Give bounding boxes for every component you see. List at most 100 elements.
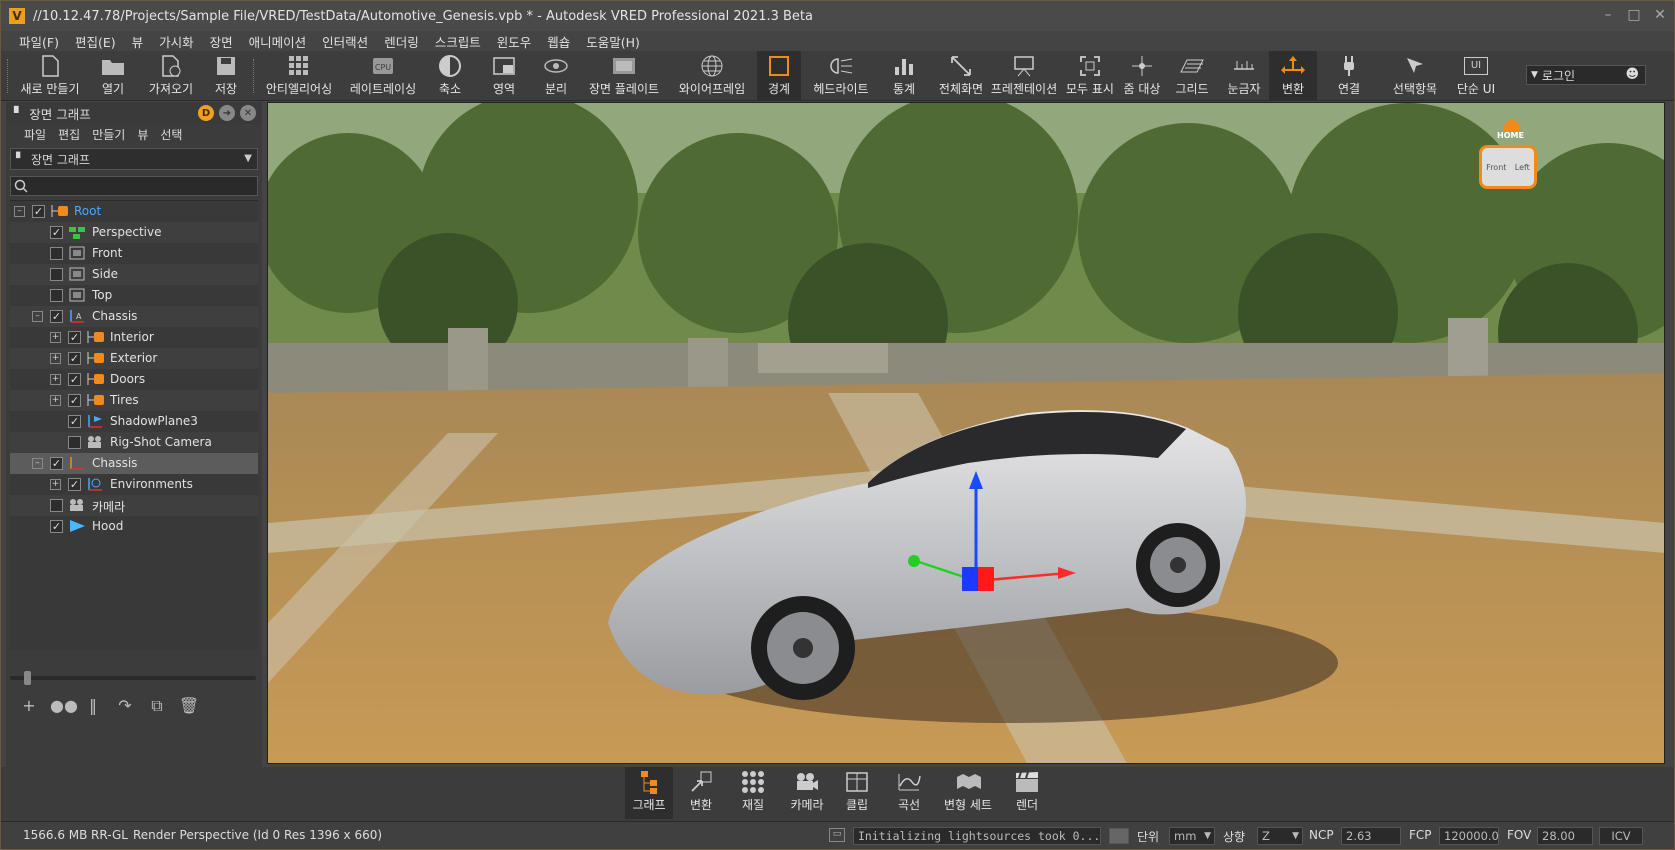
visibility-checkbox[interactable] (68, 436, 81, 449)
arrow-right-icon[interactable]: ➜ (219, 105, 235, 121)
expand-icon[interactable]: + (50, 479, 61, 490)
collapse-icon[interactable]: – (32, 311, 43, 322)
maximize-icon[interactable]: □ (1626, 7, 1642, 23)
menu-webshop[interactable]: 웹숍 (539, 32, 578, 51)
cube-front-face[interactable]: Front (1486, 163, 1506, 172)
fov-input[interactable]: 28.00 (1537, 827, 1593, 845)
panel-menu-create[interactable]: 만들기 (86, 126, 131, 143)
up-axis-select[interactable]: Z ▼ (1257, 827, 1303, 845)
navigation-cube[interactable]: HOME Front Left (1473, 117, 1543, 197)
transform-button[interactable]: 변환 (1269, 51, 1317, 101)
visibility-checkbox[interactable]: ✓ (50, 226, 63, 239)
fcp-input[interactable]: 120000.00 (1439, 827, 1499, 845)
cube-left-face[interactable]: Left (1515, 163, 1530, 172)
tree-row-front[interactable]: Front (10, 243, 258, 264)
visibility-checkbox[interactable] (50, 268, 63, 281)
tree-row-hood[interactable]: ✓ Hood (10, 516, 258, 537)
clip-module-button[interactable]: 클립 (839, 767, 875, 819)
presentation-button[interactable]: 프레젠테이션 (989, 51, 1059, 101)
slider-handle[interactable] (24, 671, 31, 685)
menu-animation[interactable]: 애니메이션 (241, 32, 315, 51)
connect-button[interactable]: 연결 (1331, 51, 1367, 101)
fullscreen-button[interactable]: 전체화면 (935, 51, 987, 101)
curve-module-button[interactable]: 곡선 (891, 767, 927, 819)
expand-icon[interactable]: + (50, 332, 61, 343)
menu-script[interactable]: 스크립트 (427, 32, 489, 51)
visibility-checkbox[interactable]: ✓ (68, 373, 81, 386)
visibility-checkbox[interactable]: ✓ (68, 394, 81, 407)
ruler-button[interactable]: 눈금자 (1223, 51, 1265, 101)
tree-row-side[interactable]: Side (10, 264, 258, 285)
ncp-input[interactable]: 2.63 (1341, 827, 1401, 845)
region-button[interactable]: 영역 (487, 51, 521, 101)
close-panel-icon[interactable]: ✕ (240, 105, 256, 121)
message-field[interactable]: Initializing lightsources took 0... (853, 827, 1101, 845)
tree-row-root[interactable]: – ✓ Root (10, 201, 258, 222)
menu-window[interactable]: 윈도우 (489, 32, 540, 51)
separate-button[interactable]: 분리 (539, 51, 573, 101)
render-viewport[interactable]: HOME Front Left (267, 102, 1665, 764)
tree-row-doors[interactable]: + ✓ Doors (10, 369, 258, 390)
headlight-button[interactable]: 헤드라이트 (809, 51, 873, 101)
scene-plate-button[interactable]: 장면 플레이트 (585, 51, 663, 101)
collapse-icon[interactable]: – (14, 206, 25, 217)
visibility-checkbox[interactable]: ✓ (68, 415, 81, 428)
simple-ui-button[interactable]: UI 단순 UI (1453, 51, 1499, 101)
visibility-checkbox[interactable]: ✓ (68, 331, 81, 344)
expand-icon[interactable]: + (50, 374, 61, 385)
save-button[interactable]: 저장 (209, 51, 243, 101)
menu-rendering[interactable]: 렌더링 (376, 32, 427, 51)
expand-icon[interactable]: + (50, 395, 61, 406)
move-node-icon[interactable]: ↷ (114, 696, 136, 716)
panel-menu-view[interactable]: 뷰 (131, 126, 154, 143)
transform-module-button[interactable]: 변환 (683, 767, 719, 819)
selection-button[interactable]: 선택항목 (1387, 51, 1443, 101)
tree-row-shadowplane[interactable]: ✓ ShadowPlane3 (10, 411, 258, 432)
scale-button[interactable]: 축소 (433, 51, 467, 101)
visibility-checkbox[interactable]: ✓ (50, 457, 63, 470)
terminal-icon[interactable]: ▭ (829, 828, 845, 842)
menu-help[interactable]: 도움말(H) (578, 32, 648, 51)
toolbar-grip[interactable] (7, 59, 10, 93)
menu-edit[interactable]: 편집(E) (67, 32, 124, 51)
menu-file[interactable]: 파일(F) (11, 32, 67, 51)
minimize-icon[interactable]: – (1600, 7, 1616, 23)
collapse-icon[interactable]: – (32, 458, 43, 469)
new-button[interactable]: 새로 만들기 (15, 51, 85, 101)
raytracing-button[interactable]: CPU 레이트레이싱 (345, 51, 421, 101)
open-button[interactable]: 열기 (93, 51, 133, 101)
tree-row-environments[interactable]: + ✓ Environments (10, 474, 258, 495)
tree-row-perspective[interactable]: ✓ Perspective (10, 222, 258, 243)
tree-row-top[interactable]: Top (10, 285, 258, 306)
icv-button[interactable]: ICV (1599, 827, 1643, 845)
tree-row-interior[interactable]: + ✓ Interior (10, 327, 258, 348)
group-icon[interactable]: ●● (50, 696, 78, 716)
visibility-checkbox[interactable] (50, 499, 63, 512)
unit-select[interactable]: mm ▼ (1169, 827, 1215, 845)
visibility-checkbox[interactable] (50, 247, 63, 260)
visibility-checkbox[interactable] (50, 289, 63, 302)
antialias-button[interactable]: 안티엘리어싱 (261, 51, 337, 101)
panel-menu-edit[interactable]: 편집 (52, 126, 86, 143)
menu-visualization[interactable]: 가시화 (151, 32, 202, 51)
tree-row-chassis[interactable]: – ✓ A Chassis (10, 306, 258, 327)
add-icon[interactable]: + (18, 696, 40, 716)
view-combo[interactable]: ▘ 장면 그래프 ▼ (10, 148, 258, 170)
tree-row-exterior[interactable]: + ✓ Exterior (10, 348, 258, 369)
view-cube[interactable]: Front Left (1479, 145, 1537, 189)
visibility-checkbox[interactable]: ✓ (50, 310, 63, 323)
login-dropdown[interactable]: ▼ 로그인 ☻ (1526, 65, 1646, 85)
variant-set-module-button[interactable]: 변형 세트 (939, 767, 997, 819)
panel-menu-select[interactable]: 선택 (154, 126, 188, 143)
menu-scene[interactable]: 장면 (202, 32, 241, 51)
tree-row-camera[interactable]: 카메라 (10, 495, 258, 516)
tree-row-tires[interactable]: + ✓ Tires (10, 390, 258, 411)
show-all-button[interactable]: 모두 표시 (1063, 51, 1117, 101)
copy-node-icon[interactable]: ⧉ (146, 696, 168, 716)
clear-log-icon[interactable] (1109, 828, 1129, 844)
tree-row-chassis-2[interactable]: – ✓ Chassis (10, 453, 258, 474)
home-icon[interactable] (1503, 117, 1521, 131)
graph-module-button[interactable]: 그래프 (625, 767, 673, 819)
visibility-checkbox[interactable]: ✓ (68, 352, 81, 365)
grid-button[interactable]: 그리드 (1171, 51, 1213, 101)
